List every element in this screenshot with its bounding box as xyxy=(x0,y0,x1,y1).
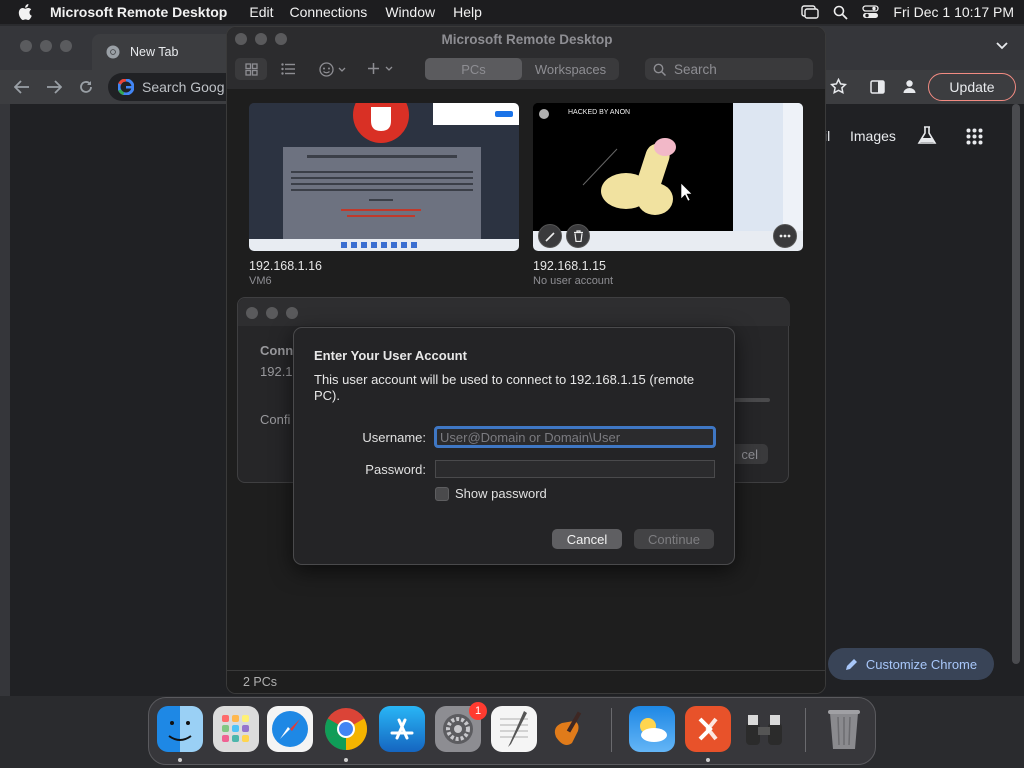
chrome-tab-new-tab[interactable]: New Tab xyxy=(92,34,242,70)
list-view-icon[interactable] xyxy=(281,63,295,75)
rd-titlebar: Microsoft Remote Desktop PCs Workspaces … xyxy=(227,27,825,89)
remote-desktop-window: Microsoft Remote Desktop PCs Workspaces … xyxy=(226,26,826,694)
chrome-close-dot[interactable] xyxy=(20,40,32,52)
chrome-left-edge xyxy=(0,104,10,696)
checkbox-box[interactable] xyxy=(435,486,449,501)
apple-menu-icon[interactable] xyxy=(0,4,40,20)
sheet-close-dot[interactable] xyxy=(246,307,258,319)
chrome-scrollbar[interactable] xyxy=(1012,104,1020,664)
continue-button[interactable]: Continue xyxy=(634,529,714,549)
sheet-zoom-dot[interactable] xyxy=(286,307,298,319)
launchpad-icon[interactable] xyxy=(213,706,259,752)
bookmark-star-icon[interactable] xyxy=(830,78,847,95)
chrome-zoom-dot[interactable] xyxy=(60,40,72,52)
profile-icon[interactable] xyxy=(902,79,917,94)
finder-icon[interactable] xyxy=(157,706,203,752)
forward-icon[interactable] xyxy=(46,80,62,94)
pc-subtitle-2: No user account xyxy=(533,275,614,287)
menu-connections[interactable]: Connections xyxy=(281,4,375,20)
username-label: Username: xyxy=(362,430,426,445)
textedit-icon[interactable] xyxy=(491,706,537,752)
menu-bar: Microsoft Remote Desktop Edit Connection… xyxy=(0,0,1024,24)
sheet-connecting-label: Conn xyxy=(260,343,294,358)
rd-search-field[interactable]: Search xyxy=(645,58,813,80)
google-apps-grid-icon[interactable] xyxy=(966,128,983,145)
labs-flask-icon[interactable] xyxy=(917,125,937,145)
menu-app-name[interactable]: Microsoft Remote Desktop xyxy=(40,4,235,20)
chrome-running-dot xyxy=(344,758,348,762)
delete-trash-icon[interactable] xyxy=(566,224,590,248)
omnibox-text: Search Goog xyxy=(142,79,225,95)
show-password-label: Show password xyxy=(455,486,547,501)
password-label: Password: xyxy=(365,462,426,477)
sheet-titlebar xyxy=(238,298,790,326)
tab-search-chevron-icon[interactable] xyxy=(996,42,1008,50)
password-field[interactable] xyxy=(435,460,715,478)
more-options-icon[interactable] xyxy=(773,224,797,248)
chrome-logo-icon xyxy=(106,45,120,59)
preview-binoculars-icon[interactable] xyxy=(741,706,787,752)
menu-window[interactable]: Window xyxy=(375,4,443,20)
remote-desktop-running-dot xyxy=(706,758,710,762)
control-center-icon[interactable] xyxy=(862,5,880,19)
add-plus-menu-icon[interactable] xyxy=(367,62,393,75)
segment-workspaces[interactable]: Workspaces xyxy=(522,58,619,80)
menu-edit[interactable]: Edit xyxy=(235,4,281,20)
safari-icon[interactable] xyxy=(267,706,313,752)
pcs-workspaces-segment: PCs Workspaces xyxy=(425,58,619,80)
search-icon xyxy=(653,63,666,76)
dock: 1 xyxy=(148,697,876,765)
customize-chrome-button[interactable]: Customize Chrome xyxy=(828,648,994,680)
pc-name-2: 192.168.1.15 xyxy=(533,259,606,273)
app-store-icon[interactable] xyxy=(379,706,425,752)
dialog-title: Enter Your User Account xyxy=(314,348,467,363)
pencil-icon xyxy=(845,658,858,671)
rd-status-footer: 2 PCs xyxy=(227,670,825,693)
chrome-minimize-dot[interactable] xyxy=(40,40,52,52)
rd-window-title: Microsoft Remote Desktop xyxy=(441,32,613,47)
pc-name-1: 192.168.1.16 xyxy=(249,259,322,273)
reload-icon[interactable] xyxy=(78,79,94,95)
weather-icon[interactable] xyxy=(629,706,675,752)
side-panel-icon[interactable] xyxy=(870,80,885,94)
chrome-update-button[interactable]: Update xyxy=(928,73,1016,101)
user-accounts-menu-icon[interactable] xyxy=(319,62,346,77)
spotlight-search-icon[interactable] xyxy=(833,5,849,20)
finder-running-dot xyxy=(178,758,182,762)
garageband-icon[interactable] xyxy=(547,706,593,752)
images-link[interactable]: Images xyxy=(850,128,896,144)
chrome-icon[interactable] xyxy=(323,706,369,752)
google-g-icon xyxy=(118,79,134,95)
dock-separator-1 xyxy=(611,708,612,752)
sheet-ip-label: 192.1 xyxy=(260,364,293,379)
cancel-button[interactable]: Cancel xyxy=(552,529,622,549)
thumbnail-2-text: HACKED BY ANON xyxy=(568,109,631,116)
segment-pcs[interactable]: PCs xyxy=(425,58,522,80)
grid-view-icon[interactable] xyxy=(235,58,267,80)
menu-help[interactable]: Help xyxy=(443,4,490,20)
sheet-config-label: Confi xyxy=(260,412,291,427)
dock-separator-2 xyxy=(805,708,806,752)
settings-badge: 1 xyxy=(469,702,487,720)
pc-subtitle-1: VM6 xyxy=(249,275,272,287)
remote-desktop-icon[interactable] xyxy=(685,706,731,752)
back-icon[interactable] xyxy=(14,80,30,94)
edit-pencil-icon[interactable] xyxy=(538,224,562,248)
username-field[interactable] xyxy=(434,426,716,448)
trash-icon[interactable] xyxy=(821,706,867,752)
screen-mirroring-icon[interactable] xyxy=(801,5,820,19)
menu-clock[interactable]: Fri Dec 1 10:17 PM xyxy=(893,4,1014,20)
chrome-tab-title: New Tab xyxy=(130,45,179,59)
customize-chrome-label: Customize Chrome xyxy=(865,656,978,672)
show-password-checkbox[interactable]: Show password xyxy=(435,486,547,501)
user-account-dialog: Enter Your User Account This user accoun… xyxy=(293,327,735,565)
sheet-progress-bar xyxy=(734,398,770,402)
pc-thumbnail-1[interactable] xyxy=(249,103,519,251)
dialog-message: This user account will be used to connec… xyxy=(314,372,695,403)
sheet-minimize-dot[interactable] xyxy=(266,307,278,319)
search-placeholder: Search xyxy=(674,61,717,77)
